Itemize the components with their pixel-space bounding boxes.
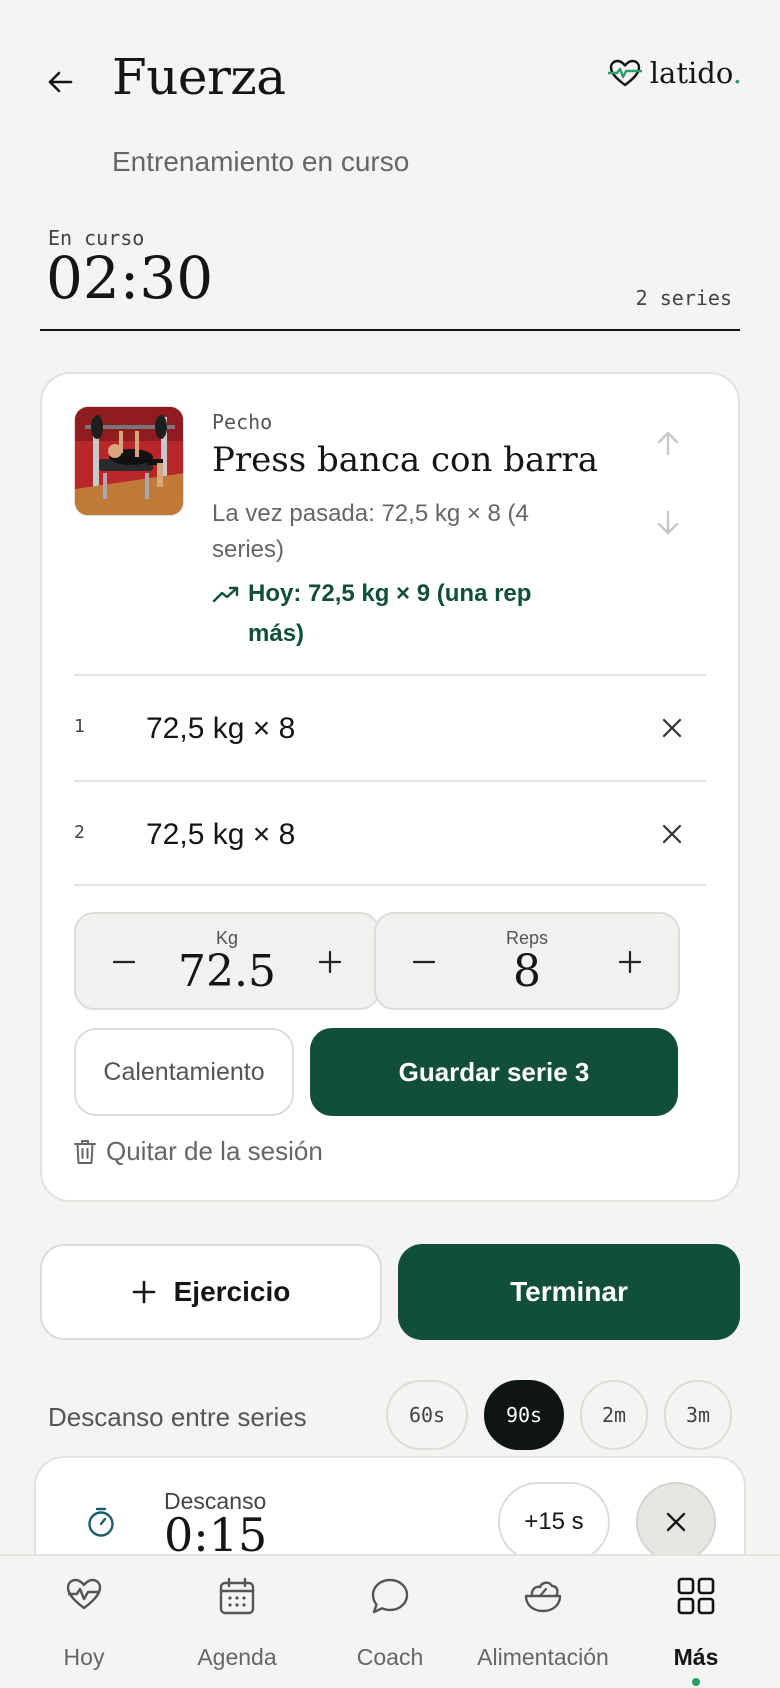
nav-item-label: Alimentación xyxy=(477,1644,609,1670)
move-down-button[interactable] xyxy=(656,510,680,541)
divider xyxy=(40,329,740,331)
close-icon xyxy=(662,718,682,738)
brand-dot: . xyxy=(732,56,742,90)
set-number: 1 xyxy=(74,716,85,737)
minus-icon xyxy=(413,960,435,964)
exercise-card: Pecho Press banca con barra La vez pasad… xyxy=(40,372,740,1202)
arrow-left-icon xyxy=(48,71,73,93)
brand-logo: latido. xyxy=(607,56,742,90)
page-subtitle: Entrenamiento en curso xyxy=(112,146,410,177)
weight-stepper: Kg 72.5 xyxy=(74,912,380,1010)
back-button[interactable] xyxy=(40,62,80,102)
set-number: 2 xyxy=(74,822,85,843)
active-indicator-dot xyxy=(692,1678,700,1686)
finish-workout-button[interactable]: Terminar xyxy=(398,1244,740,1340)
add-exercise-label: Ejercicio xyxy=(173,1276,291,1307)
heart-pulse-icon xyxy=(607,59,642,87)
exercise-name: Press banca con barra xyxy=(212,440,599,480)
stopwatch-icon xyxy=(86,1506,116,1543)
nav-item-coach[interactable]: Coach xyxy=(312,1556,468,1688)
nav-item-label: Hoy xyxy=(63,1644,105,1670)
bottom-navigation: Hoy Agenda Coach Alimentación Más xyxy=(0,1554,780,1688)
exercise-thumbnail xyxy=(74,406,184,516)
set-value: 72,5 kg × 8 xyxy=(146,818,296,851)
nav-item-mas[interactable]: Más xyxy=(618,1556,774,1688)
brand-name: latido xyxy=(649,56,733,90)
plus-icon xyxy=(319,951,341,973)
set-row: 1 72,5 kg × 8 xyxy=(74,674,706,780)
nav-item-label: Más xyxy=(673,1644,719,1670)
heart-pulse-icon xyxy=(66,1578,102,1610)
remove-exercise-label: Quitar de la sesión xyxy=(106,1136,323,1166)
nav-item-label: Coach xyxy=(356,1644,424,1670)
calendar-icon xyxy=(219,1577,255,1615)
close-rest-timer-button[interactable] xyxy=(636,1482,716,1562)
delete-set-button[interactable] xyxy=(656,712,688,744)
save-set-button[interactable]: Guardar serie 3 xyxy=(310,1028,678,1116)
trending-up-icon xyxy=(212,586,239,603)
minus-icon xyxy=(113,960,135,964)
close-icon xyxy=(662,824,682,844)
remove-exercise-button[interactable]: Quitar de la sesión xyxy=(74,1136,323,1167)
weight-decrease-button[interactable] xyxy=(104,942,144,982)
move-up-button[interactable] xyxy=(656,430,680,461)
page-title: Fuerza xyxy=(112,48,286,106)
add-15s-button[interactable]: +15 s xyxy=(498,1482,610,1562)
exercise-last-time: La vez pasada: 72,5 kg × 8 (4 series) xyxy=(212,500,529,563)
exercise-muscle-group: Pecho xyxy=(212,410,273,434)
plus-icon xyxy=(132,1280,155,1304)
exercise-today-target: Hoy: 72,5 kg × 9 (una rep más) xyxy=(212,574,582,654)
reps-stepper: Reps 8 xyxy=(374,912,680,1010)
arrow-up-icon xyxy=(657,431,679,456)
rest-option-3m[interactable]: 3m xyxy=(664,1380,732,1450)
set-value: 72,5 kg × 8 xyxy=(146,712,296,745)
rest-option-2m[interactable]: 2m xyxy=(580,1380,648,1450)
session-elapsed-time: 02:30 xyxy=(46,244,214,312)
salad-bowl-icon xyxy=(524,1581,562,1613)
nav-item-alimentacion[interactable]: Alimentación xyxy=(465,1556,621,1688)
reps-decrease-button[interactable] xyxy=(404,942,444,982)
weight-increase-button[interactable] xyxy=(310,942,350,982)
chat-bubble-icon xyxy=(371,1578,409,1614)
close-icon xyxy=(666,1512,686,1532)
set-row: 2 72,5 kg × 8 xyxy=(74,780,706,886)
warmup-button[interactable]: Calentamiento xyxy=(74,1028,294,1116)
exercise-today-text: Hoy: 72,5 kg × 9 (una rep más) xyxy=(248,580,532,647)
arrow-down-icon xyxy=(657,510,679,535)
nav-item-label: Agenda xyxy=(197,1644,277,1670)
delete-set-button[interactable] xyxy=(656,818,688,850)
plus-icon xyxy=(619,951,641,973)
rest-option-60s[interactable]: 60s xyxy=(386,1380,468,1450)
grid-icon xyxy=(677,1577,715,1615)
series-count: 2 series xyxy=(635,286,732,310)
nav-item-hoy[interactable]: Hoy xyxy=(6,1556,162,1688)
add-exercise-button[interactable]: Ejercicio xyxy=(40,1244,382,1340)
trash-icon xyxy=(74,1139,96,1164)
rest-interval-label: Descanso entre series xyxy=(48,1402,307,1432)
nav-item-agenda[interactable]: Agenda xyxy=(159,1556,315,1688)
reps-increase-button[interactable] xyxy=(610,942,650,982)
rest-option-90s[interactable]: 90s xyxy=(484,1380,564,1450)
